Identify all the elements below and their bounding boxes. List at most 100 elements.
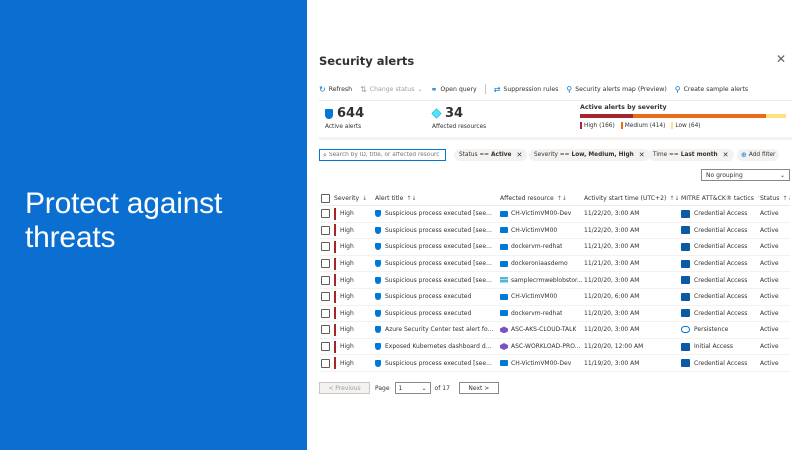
row-checkbox[interactable]: [321, 342, 330, 352]
table-row[interactable]: High Azure Security Center test alert for…: [319, 322, 790, 339]
legend-high[interactable]: High (166): [580, 122, 615, 129]
column-tactics[interactable]: MITRE ATT&CK® tactics↑↓: [681, 191, 759, 205]
change-status-icon: ⇅: [360, 84, 367, 94]
hero-heading: Protect against threats: [25, 187, 222, 255]
divider: [319, 100, 792, 101]
row-resource[interactable]: dockeroniaasdemo: [511, 260, 568, 267]
filter-pill-severity[interactable]: Severity == Low, Medium, High ✕: [529, 149, 650, 161]
row-alert-title[interactable]: Suspicious process executed [seen ...: [385, 360, 495, 367]
table-row[interactable]: High Exposed Kubernetes dashboard det... A…: [319, 339, 790, 356]
row-checkbox[interactable]: [321, 358, 330, 368]
row-resource[interactable]: dockervm-redhat: [511, 310, 562, 317]
previous-page-button[interactable]: < Previous: [319, 382, 370, 394]
row-resource[interactable]: ASC-WORKLOAD-PRO...: [511, 343, 580, 350]
page-select[interactable]: 1 ⌄: [394, 382, 431, 394]
table-row[interactable]: High Suspicious process executed [seen ..…: [319, 272, 790, 289]
row-resource[interactable]: dockervm-redhat: [511, 243, 562, 250]
row-time: 11/20/20, 6:00 AM: [584, 293, 640, 301]
row-time: 11/19/20, 3:00 AM: [584, 359, 640, 367]
column-time[interactable]: Activity start time (UTC+2) ↑↓: [584, 191, 679, 205]
row-alert-title[interactable]: Suspicious process executed: [385, 293, 471, 300]
column-severity[interactable]: Severity ↓: [334, 191, 372, 205]
severity-legend: High (166) Medium (414) Low (64): [580, 122, 786, 129]
row-alert-title[interactable]: Suspicious process executed [seen ...: [385, 227, 495, 234]
row-resource[interactable]: CH-VictimVM00: [511, 227, 557, 234]
row-checkbox[interactable]: [321, 242, 330, 252]
table-row[interactable]: High Suspicious process executed [seen ..…: [319, 223, 790, 240]
row-alert-title[interactable]: Azure Security Center test alert for A..…: [385, 326, 495, 333]
table-row[interactable]: High Suspicious process executed dockervm-…: [319, 306, 790, 323]
sort-icon: ↑↓: [782, 194, 790, 202]
row-resource[interactable]: CH-VictimVM00-Dev: [511, 360, 571, 367]
row-alert-title[interactable]: Suspicious process executed [seen ...: [385, 210, 495, 217]
select-all-checkbox[interactable]: [321, 193, 330, 203]
create-sample-alerts-button[interactable]: ⚲ Create sample alerts: [675, 85, 748, 94]
blade-title: Security alerts: [319, 54, 415, 68]
active-alerts-stat: 644 Active alerts: [325, 106, 364, 130]
row-tactic: Credential Access: [694, 226, 748, 234]
row-checkbox[interactable]: [321, 259, 330, 269]
row-checkbox[interactable]: [321, 325, 330, 335]
table-row[interactable]: High Suspicious process executed [seen ..…: [319, 206, 790, 223]
vm-icon: [500, 243, 508, 250]
shield-icon: [375, 309, 381, 317]
suppression-rules-button[interactable]: ⇄ Suppression rules: [494, 85, 559, 94]
severity-indicator: [334, 323, 336, 336]
add-filter-button[interactable]: ⊕ Add filter: [737, 149, 780, 161]
page-count: of 17: [434, 384, 450, 392]
search-box[interactable]: ⌕: [319, 149, 446, 161]
legend-low[interactable]: Low (64): [671, 122, 701, 129]
grouping-dropdown[interactable]: No grouping ⌄: [701, 169, 790, 181]
column-status[interactable]: Status ↑↓: [760, 191, 790, 205]
table-header: Severity ↓ Alert title ↑↓ Affected resourc…: [319, 191, 790, 206]
close-icon[interactable]: ✕: [776, 52, 786, 66]
row-alert-title[interactable]: Exposed Kubernetes dashboard det...: [385, 343, 495, 350]
open-query-button[interactable]: ⚭ Open query: [431, 85, 477, 94]
severity-indicator: [334, 207, 336, 220]
sort-icon: ↓: [362, 194, 368, 202]
row-resource[interactable]: samplecrmweblobstor...: [511, 277, 583, 284]
row-alert-title[interactable]: Suspicious process executed [seen ...: [385, 243, 495, 250]
change-status-button[interactable]: ⇅ Change status ⌄: [360, 85, 423, 94]
row-tactic: Credential Access: [694, 309, 748, 317]
row-resource[interactable]: CH-VictimVM00-Dev: [511, 210, 571, 217]
tactic-icon: [681, 359, 690, 368]
row-checkbox[interactable]: [321, 292, 330, 302]
sort-icon: ↑↓: [669, 194, 679, 202]
column-title[interactable]: Alert title ↑↓: [375, 191, 495, 205]
row-status: Active: [760, 276, 779, 284]
row-alert-title[interactable]: Suspicious process executed: [385, 310, 471, 317]
filter-pill-time[interactable]: Time == Last month ✕: [648, 149, 734, 161]
column-resource[interactable]: Affected resource ↑↓: [500, 191, 585, 205]
legend-medium[interactable]: Medium (414): [620, 122, 665, 129]
row-checkbox[interactable]: [321, 209, 330, 219]
row-time: 11/20/20, 3:00 AM: [584, 276, 640, 284]
row-resource[interactable]: CH-VictimVM00: [511, 293, 557, 300]
remove-filter-icon[interactable]: ✕: [516, 151, 522, 159]
search-input[interactable]: [328, 152, 439, 158]
table-row[interactable]: High Suspicious process executed [seen ..…: [319, 355, 790, 372]
alerts-map-button[interactable]: ⚲ Security alerts map (Preview): [566, 85, 666, 94]
row-alert-title[interactable]: Suspicious process executed [seen ...: [385, 277, 495, 284]
row-checkbox[interactable]: [321, 225, 330, 235]
remove-filter-icon[interactable]: ✕: [639, 151, 645, 159]
shield-icon: [375, 226, 381, 234]
row-time: 11/20/20, 12:00 AM: [584, 343, 644, 351]
table-row[interactable]: High Suspicious process executed [seen ..…: [319, 256, 790, 273]
row-checkbox[interactable]: [321, 308, 330, 318]
table-row[interactable]: High Suspicious process executed CH-Victim…: [319, 289, 790, 306]
next-page-button[interactable]: Next >: [458, 382, 499, 394]
vm-icon: [500, 227, 508, 234]
row-resource[interactable]: ASC-AKS-CLOUD-TALK: [511, 326, 576, 333]
suppression-icon: ⇄: [493, 84, 501, 94]
filter-pill-status[interactable]: Status == Active ✕: [454, 149, 528, 161]
severity-indicator: [334, 274, 336, 287]
severity-indicator: [334, 357, 336, 370]
row-checkbox[interactable]: [321, 275, 330, 285]
refresh-icon: ↻: [319, 84, 326, 94]
refresh-button[interactable]: ↻ Refresh: [319, 85, 352, 94]
remove-filter-icon[interactable]: ✕: [723, 151, 729, 159]
table-row[interactable]: High Suspicious process executed [seen ..…: [319, 239, 790, 256]
kubernetes-icon: [500, 343, 508, 351]
row-alert-title[interactable]: Suspicious process executed [seen ...: [385, 260, 495, 267]
